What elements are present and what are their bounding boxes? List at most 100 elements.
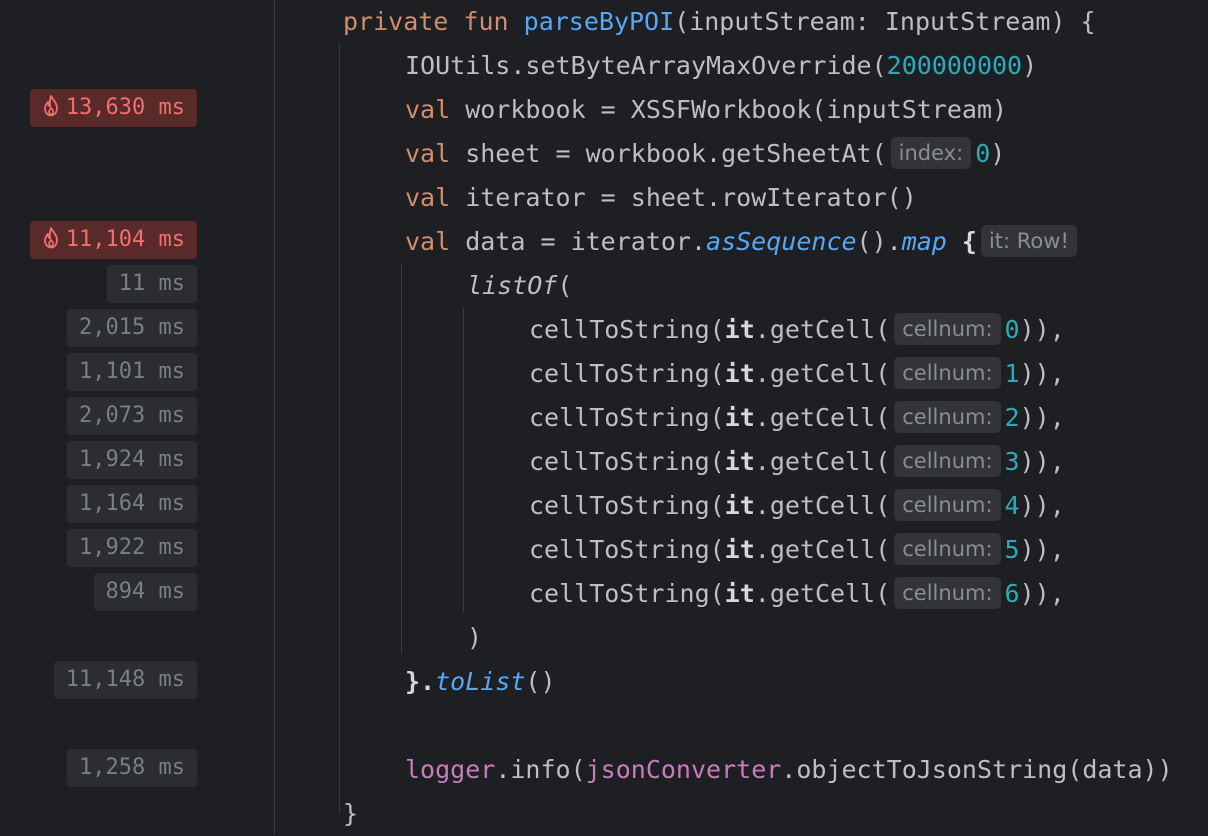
it-keyword: it (724, 403, 755, 432)
parameter-hint: cellnum: (894, 577, 1001, 609)
code-text: sheet = workbook.getSheetAt( (450, 139, 887, 168)
code-text: )), (1019, 491, 1065, 520)
code-text: cellToString( (529, 579, 725, 608)
function-call: listOf (467, 271, 558, 300)
parameter-hint: cellnum: (894, 533, 1001, 565)
number-literal: 6 (1004, 579, 1020, 608)
timing-badge[interactable]: 1,922 ms (67, 529, 197, 567)
keyword: fun (463, 7, 509, 36)
flame-icon (43, 95, 58, 117)
number-literal: 3 (1004, 447, 1020, 476)
code-line[interactable]: val sheet = workbook.getSheetAt(index: 0) (405, 132, 1005, 176)
number-literal: 200000000 (886, 51, 1023, 80)
code-text: .getCell( (754, 491, 891, 520)
flame-icon (43, 227, 58, 249)
code-line[interactable]: cellToString(it.getCell(cellnum: 1)), (529, 352, 1065, 396)
it-keyword: it (724, 535, 755, 564)
code-line[interactable]: cellToString(it.getCell(cellnum: 0)), (529, 308, 1065, 352)
property: logger (405, 755, 496, 784)
code-text: (inputStream: InputStream) { (674, 7, 1096, 36)
timing-badge[interactable]: 1,924 ms (67, 441, 197, 479)
code-line[interactable]: cellToString(it.getCell(cellnum: 4)), (529, 484, 1065, 528)
code-text: IOUtils.setByteArrayMaxOverride( (405, 51, 887, 80)
code-line[interactable]: cellToString(it.getCell(cellnum: 2)), (529, 396, 1065, 440)
code-text: ) (467, 623, 483, 652)
code-text: )), (1019, 315, 1065, 344)
code-line[interactable]: val data = iterator.asSequence().map {it… (405, 220, 1081, 264)
code-text: cellToString( (529, 359, 725, 388)
code-text: .getCell( (754, 359, 891, 388)
number-literal: 0 (1004, 315, 1020, 344)
keyword: val (405, 227, 451, 256)
parameter-hint: cellnum: (894, 401, 1001, 433)
keyword: val (405, 95, 451, 124)
code-text: data = iterator. (450, 227, 707, 256)
code-line[interactable]: logger.info(jsonConverter.objectToJsonSt… (405, 748, 1173, 792)
timing-badge[interactable]: 2,073 ms (67, 397, 197, 435)
timing-badge[interactable]: 11,148 ms (53, 661, 197, 699)
timing-badge-hot[interactable]: 13,630 ms (29, 89, 197, 127)
code-text: .getCell( (754, 535, 891, 564)
parameter-hint: cellnum: (894, 445, 1001, 477)
lambda-brace: }. (405, 667, 436, 696)
it-keyword: it (724, 447, 755, 476)
code-line[interactable]: }.toList() (405, 660, 556, 704)
code-text: ) (1022, 51, 1038, 80)
parameter-hint: cellnum: (894, 489, 1001, 521)
code-line[interactable]: cellToString(it.getCell(cellnum: 3)), (529, 440, 1065, 484)
code-line[interactable]: val iterator = sheet.rowIterator() (405, 176, 917, 220)
code-line[interactable]: cellToString(it.getCell(cellnum: 6)), (529, 572, 1065, 616)
timing-badge[interactable]: 894 ms (93, 573, 197, 611)
code-text: workbook = XSSFWorkbook(inputStream) (450, 95, 1008, 124)
timing-badge[interactable]: 11 ms (106, 265, 197, 303)
code-text: .getCell( (754, 403, 891, 432)
it-keyword: it (724, 579, 755, 608)
it-keyword: it (724, 315, 755, 344)
code-line[interactable]: IOUtils.setByteArrayMaxOverride(20000000… (405, 44, 1037, 88)
it-keyword: it (724, 359, 755, 388)
code-text: cellToString( (529, 315, 725, 344)
code-text: .info( (495, 755, 586, 784)
extension-function: toList (435, 667, 526, 696)
property: jsonConverter (585, 755, 782, 784)
indent-guide (401, 264, 402, 654)
code-text: ) (990, 139, 1006, 168)
timing-badge[interactable]: 1,101 ms (67, 353, 197, 391)
timing-badge[interactable]: 2,015 ms (67, 309, 197, 347)
code-text: cellToString( (529, 535, 725, 564)
profiler-gutter: 13,630 ms 11,104 ms 11 ms 2,015 ms 1,101… (0, 0, 275, 834)
number-literal: 0 (975, 139, 991, 168)
code-line[interactable]: private fun parseByPOI(inputStream: Inpu… (343, 0, 1096, 44)
code-line[interactable]: cellToString(it.getCell(cellnum: 5)), (529, 528, 1065, 572)
code-text: .getCell( (754, 447, 891, 476)
code-line[interactable]: } (343, 792, 358, 836)
keyword: val (405, 183, 451, 212)
indent-guide (339, 44, 340, 814)
keyword: private (343, 7, 449, 36)
number-literal: 4 (1004, 491, 1020, 520)
code-text: )), (1019, 403, 1065, 432)
timing-badge-hot[interactable]: 11,104 ms (29, 221, 197, 259)
code-text: .objectToJsonString(data)) (781, 755, 1173, 784)
code-text: (). (856, 227, 902, 256)
parameter-hint: cellnum: (894, 357, 1001, 389)
code-text: .getCell( (754, 579, 891, 608)
number-literal: 2 (1004, 403, 1020, 432)
keyword: val (405, 139, 451, 168)
code-line[interactable]: ) (467, 616, 482, 660)
extension-function: asSequence (706, 227, 857, 256)
timing-badge[interactable]: 1,164 ms (67, 485, 197, 523)
lambda-param-hint: it: Row! (980, 225, 1077, 257)
code-text: )), (1019, 447, 1065, 476)
code-area[interactable]: private fun parseByPOI(inputStream: Inpu… (275, 0, 1208, 834)
extension-function: map (901, 227, 947, 256)
parameter-hint: index: (890, 137, 972, 169)
code-text: cellToString( (529, 403, 725, 432)
code-text: .getCell( (754, 315, 891, 344)
code-line[interactable]: val workbook = XSSFWorkbook(inputStream) (405, 88, 1007, 132)
code-text: } (343, 799, 359, 828)
code-line[interactable]: listOf( (467, 264, 572, 308)
function-name: parseByPOI (523, 7, 675, 36)
code-text: () (525, 667, 556, 696)
timing-badge[interactable]: 1,258 ms (67, 749, 197, 787)
